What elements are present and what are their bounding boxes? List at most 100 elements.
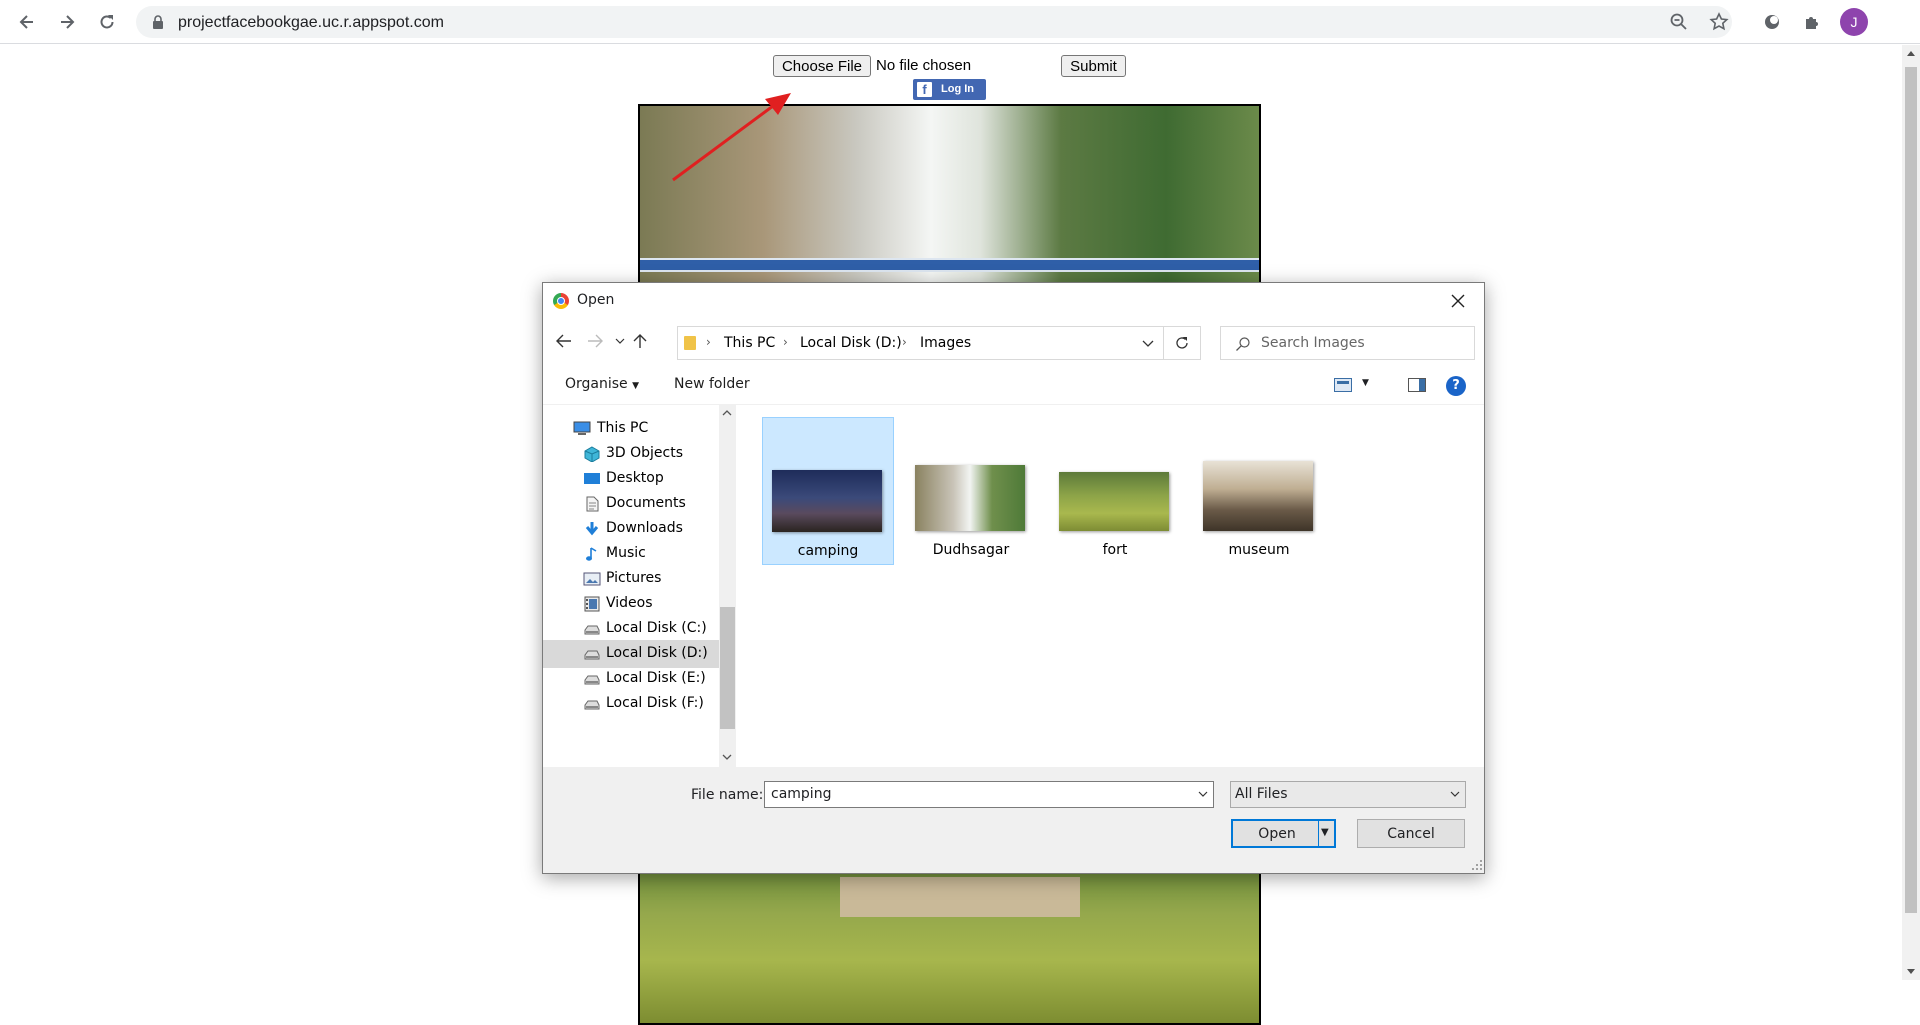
cube-icon (584, 446, 600, 462)
dialog-back-icon[interactable] (553, 329, 575, 353)
breadcrumb-this-pc[interactable]: This PC (724, 335, 775, 351)
file-type-value: All Files (1235, 786, 1288, 802)
download-icon (585, 522, 599, 536)
folder-icon (684, 336, 696, 350)
file-name-dropdown-icon[interactable] (1198, 790, 1208, 798)
bookmark-star-icon[interactable] (1709, 12, 1729, 32)
submit-button[interactable]: Submit (1061, 55, 1126, 77)
drive-icon (584, 675, 600, 685)
url-text: projectfacebookgae.uc.r.appspot.com (178, 14, 444, 31)
command-bar: Organise ▼ New folder ▼ ? (543, 365, 1484, 405)
zoom-icon[interactable] (1669, 12, 1689, 32)
annotation-arrow (672, 93, 791, 182)
search-field[interactable]: Search Images (1220, 326, 1475, 360)
nav-label: Desktop (606, 470, 664, 486)
nav-scroll-up-icon[interactable] (722, 409, 732, 416)
choose-file-button[interactable]: Choose File (773, 55, 871, 77)
nav-item-3d-objects[interactable]: 3D Objects (543, 440, 719, 468)
open-split-dropdown[interactable]: ▼ (1318, 819, 1336, 848)
resize-grip-icon[interactable] (1471, 859, 1483, 871)
nav-label: Local Disk (F:) (606, 695, 704, 711)
nav-item-videos[interactable]: Videos (543, 590, 719, 618)
page-scroll-thumb[interactable] (1905, 67, 1917, 913)
train-strip (640, 258, 1259, 272)
nav-item-local-disk-c[interactable]: Local Disk (C:) (543, 615, 719, 643)
recent-locations-chevron-icon[interactable] (609, 329, 631, 353)
nav-scroll-down-icon[interactable] (722, 754, 732, 761)
open-split-arrow-icon: ▼ (1321, 827, 1329, 838)
breadcrumb-separator-icon: › (706, 335, 711, 349)
address-bar[interactable]: projectfacebookgae.uc.r.appspot.com (136, 6, 1732, 38)
close-icon[interactable] (1443, 287, 1473, 315)
navigation-pane: This PC 3D Objects Desktop Documents Dow… (543, 405, 721, 767)
file-type-select[interactable]: All Files (1230, 781, 1466, 808)
address-row: › This PC › Local Disk (D:) › Images Sea… (543, 319, 1484, 365)
forward-icon[interactable] (53, 8, 81, 36)
nav-label: This PC (597, 420, 649, 436)
dialog-titlebar[interactable]: Open (543, 283, 1484, 319)
new-folder-button[interactable]: New folder (674, 376, 750, 392)
breadcrumb-local-disk-d[interactable]: Local Disk (D:) (800, 335, 902, 351)
breadcrumb-images[interactable]: Images (920, 335, 971, 351)
organise-button[interactable]: Organise ▼ (565, 376, 639, 392)
nav-label: Documents (606, 495, 686, 511)
nav-item-desktop[interactable]: Desktop (543, 465, 719, 493)
nav-item-local-disk-d[interactable]: Local Disk (D:) (543, 640, 719, 668)
file-item-dudhsagar[interactable]: Dudhsagar (906, 417, 1038, 565)
organise-label: Organise (565, 376, 628, 392)
desktop-icon (584, 473, 600, 484)
nav-item-local-disk-f[interactable]: Local Disk (F:) (543, 690, 719, 718)
no-file-label: No file chosen (876, 57, 972, 74)
dialog-forward-icon[interactable] (584, 329, 606, 353)
nav-scroll-thumb[interactable] (720, 607, 735, 729)
open-button[interactable]: Open (1231, 819, 1323, 848)
cancel-button[interactable]: Cancel (1357, 819, 1465, 848)
search-placeholder: Search Images (1261, 335, 1365, 351)
profile-avatar[interactable]: J (1840, 8, 1868, 36)
file-item-museum[interactable]: museum (1194, 417, 1326, 565)
extensions-puzzle-icon[interactable] (1798, 8, 1826, 36)
drive-icon (584, 625, 600, 635)
nav-label: Pictures (606, 570, 662, 586)
nav-label: Downloads (606, 520, 683, 536)
view-dropdown-icon[interactable]: ▼ (1362, 378, 1369, 388)
browser-toolbar: projectfacebookgae.uc.r.appspot.com J (0, 0, 1920, 44)
nav-scrollbar[interactable] (719, 405, 736, 767)
nav-item-this-pc[interactable]: This PC (543, 415, 719, 443)
scroll-down-icon[interactable] (1907, 969, 1915, 974)
dialog-refresh-icon[interactable] (1164, 326, 1201, 360)
nav-item-documents[interactable]: Documents (543, 490, 719, 518)
nav-label: Local Disk (C:) (606, 620, 707, 636)
change-view-icon[interactable] (1334, 378, 1352, 392)
nav-item-downloads[interactable]: Downloads (543, 515, 719, 543)
file-name-label: camping (797, 543, 859, 559)
fort-thumbnail (1059, 472, 1169, 531)
file-item-fort[interactable]: fort (1050, 417, 1182, 565)
organise-dropdown-icon: ▼ (632, 381, 640, 391)
file-name-value: camping (771, 786, 832, 802)
nav-item-music[interactable]: Music (543, 540, 719, 568)
file-name-label: museum (1228, 542, 1290, 558)
file-item-camping[interactable]: camping (762, 417, 894, 565)
drive-icon (584, 700, 600, 710)
path-breadcrumb[interactable]: › This PC › Local Disk (D:) › Images (677, 326, 1164, 360)
path-dropdown-icon[interactable] (1142, 340, 1154, 347)
preview-pane-icon[interactable] (1408, 378, 1426, 392)
facebook-login-button[interactable]: f Log In (913, 79, 986, 100)
computer-icon (573, 421, 591, 435)
scroll-up-icon[interactable] (1907, 51, 1915, 56)
reload-icon[interactable] (93, 8, 121, 36)
help-icon[interactable]: ? (1446, 376, 1466, 396)
nav-item-local-disk-e[interactable]: Local Disk (E:) (543, 665, 719, 693)
music-icon (586, 547, 597, 561)
page-scrollbar[interactable] (1902, 45, 1920, 980)
nav-label: Videos (606, 595, 653, 611)
file-name-input[interactable]: camping (764, 781, 1214, 808)
file-type-dropdown-icon (1450, 791, 1460, 797)
back-icon[interactable] (13, 8, 41, 36)
extension-circle-icon[interactable] (1758, 8, 1786, 36)
breadcrumb-separator-icon: › (783, 335, 788, 349)
museum-thumbnail (1203, 461, 1313, 531)
up-folder-icon[interactable] (629, 329, 651, 353)
nav-item-pictures[interactable]: Pictures (543, 565, 719, 593)
